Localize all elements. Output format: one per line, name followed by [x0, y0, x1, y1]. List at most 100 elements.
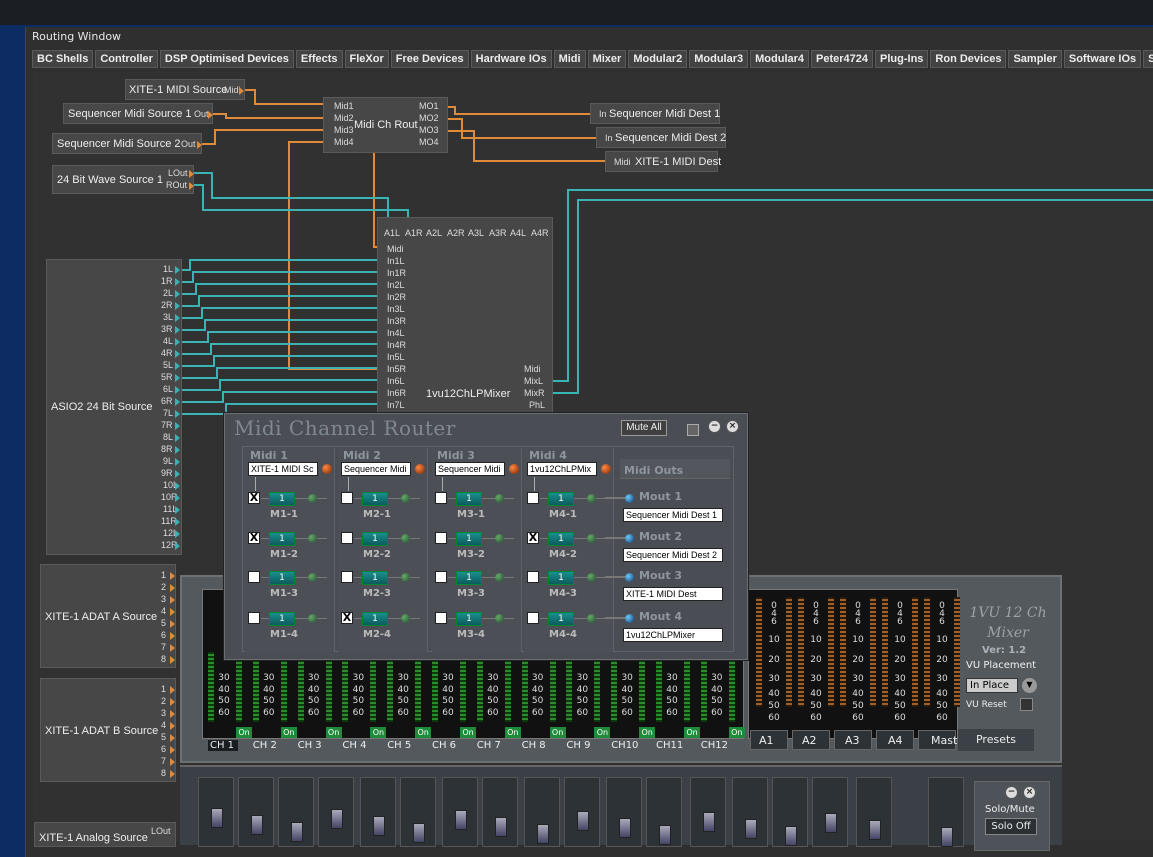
midi-input-field[interactable]: Sequencer Midi [341, 462, 411, 476]
rout-port[interactable] [189, 182, 194, 190]
fader-knob[interactable] [413, 823, 425, 843]
channel-on-button[interactable]: On [325, 727, 342, 738]
audio-out-port[interactable] [175, 362, 180, 370]
audio-out-port[interactable] [175, 386, 180, 394]
audio-out-port[interactable] [175, 470, 180, 478]
midi-ch-rout-node[interactable]: Midi Ch Rout Mid1 Mid2 Mid3 Mid4 MO1 MO2… [323, 97, 448, 153]
channel-spinner[interactable]: 1 [456, 492, 482, 506]
channel-on-button[interactable]: On [460, 727, 476, 738]
audio-out-port[interactable] [175, 410, 180, 418]
audio-out-port[interactable] [175, 290, 180, 298]
channel-on-button[interactable]: On [370, 727, 387, 738]
audio-out-port[interactable] [175, 458, 180, 466]
fader-knob[interactable] [785, 826, 797, 846]
channel-spinner[interactable]: 1 [362, 492, 388, 506]
sequencer-midi-dest-1-node[interactable]: In Sequencer Midi Dest 1 [590, 103, 720, 124]
close-icon[interactable]: × [726, 420, 739, 433]
channel-on-button[interactable]: On [639, 727, 656, 738]
channel-on-button[interactable]: On [728, 727, 745, 738]
audio-out-port[interactable] [175, 350, 180, 358]
channel-spinner[interactable]: 1 [269, 571, 295, 585]
minimize-icon[interactable]: − [708, 420, 721, 433]
lout-port[interactable] [189, 170, 194, 178]
close-icon[interactable]: × [1023, 786, 1036, 799]
route-checkbox[interactable] [341, 571, 353, 583]
route-checkbox[interactable] [527, 612, 539, 624]
channel-spinner[interactable]: 1 [269, 492, 295, 506]
route-checkbox[interactable]: X [527, 532, 539, 544]
midi-input-field[interactable]: XITE-1 MIDI Sc [248, 462, 318, 476]
sequencer-midi-dest-2-node[interactable]: In Sequencer Midi Dest 2 [596, 127, 726, 148]
minimize-icon[interactable]: − [1005, 786, 1018, 799]
channel-spinner[interactable]: 1 [269, 532, 295, 546]
chevron-down-icon[interactable]: ▼ [1022, 678, 1037, 693]
midi-output-field[interactable]: Sequencer Midi Dest 2 [623, 548, 723, 562]
channel-spinner[interactable]: 1 [456, 532, 482, 546]
channel-spinner[interactable]: 1 [548, 612, 574, 626]
xite-midi-dest-node[interactable]: Midi XITE-1 MIDI Dest [605, 151, 721, 172]
route-checkbox[interactable] [435, 492, 447, 504]
audio-out-port[interactable] [175, 434, 180, 442]
solo-off-button[interactable]: Solo Off [985, 818, 1037, 835]
mute-all-button[interactable]: Mute All [621, 420, 667, 436]
channel-on-button[interactable]: On [280, 727, 297, 738]
audio-out-port[interactable] [170, 746, 175, 754]
channel-on-button[interactable]: On [415, 727, 432, 738]
channel-spinner[interactable]: 1 [456, 612, 482, 626]
fader-knob[interactable] [211, 808, 223, 828]
audio-out-port[interactable] [175, 494, 180, 502]
fader-knob[interactable] [455, 810, 467, 830]
route-checkbox[interactable] [527, 492, 539, 504]
fader-knob[interactable] [619, 818, 631, 838]
audio-out-port[interactable] [175, 266, 180, 274]
channel-on-button[interactable]: On [236, 727, 252, 738]
channel-on-button[interactable]: On [549, 727, 566, 738]
vu-reset-checkbox[interactable] [1020, 698, 1033, 711]
route-checkbox[interactable]: X [248, 492, 260, 504]
audio-out-port[interactable] [170, 644, 175, 652]
audio-out-port[interactable] [170, 698, 175, 706]
audio-out-port[interactable] [175, 530, 180, 538]
vu-placement-select[interactable]: In Place [966, 678, 1018, 693]
midi-out-port[interactable] [239, 87, 244, 95]
midi-output-field[interactable]: 1vu12ChLPMixer [623, 628, 723, 642]
audio-out-port[interactable] [175, 326, 180, 334]
route-checkbox[interactable] [435, 532, 447, 544]
audio-out-port[interactable] [175, 314, 180, 322]
route-checkbox[interactable] [435, 612, 447, 624]
route-checkbox[interactable] [341, 532, 353, 544]
route-checkbox[interactable] [527, 571, 539, 583]
audio-out-port[interactable] [175, 422, 180, 430]
fader-knob[interactable] [495, 817, 507, 837]
audio-out-port[interactable] [175, 302, 180, 310]
audio-out-port[interactable] [170, 734, 175, 742]
adat-b-source-node[interactable]: XITE-1 ADAT B Source 1 2 3 4 5 6 7 8 [40, 678, 176, 782]
audio-out-port[interactable] [170, 722, 175, 730]
channel-spinner[interactable]: 1 [456, 571, 482, 585]
route-checkbox[interactable]: X [248, 532, 260, 544]
channel-spinner[interactable]: 1 [362, 571, 388, 585]
mixer-routing-node[interactable]: A1L A1R A2L A2R A3L A3R A4L A4R Midi In1… [377, 217, 553, 417]
route-checkbox[interactable] [435, 571, 447, 583]
fader-knob[interactable] [537, 824, 549, 844]
midi-input-field[interactable]: 1vu12ChLPMix [527, 462, 597, 476]
audio-out-port[interactable] [170, 596, 175, 604]
asio-source-node[interactable]: ASIO2 24 Bit Source 1L 1R 2L 2R 3L 3R 4L 4R 5L 5R… [46, 259, 182, 555]
audio-out-port[interactable] [175, 338, 180, 346]
audio-out-port[interactable] [170, 632, 175, 640]
audio-out-port[interactable] [170, 758, 175, 766]
route-checkbox[interactable] [248, 612, 260, 624]
route-checkbox[interactable] [341, 492, 353, 504]
presets-button[interactable]: Presets [958, 729, 1034, 751]
audio-out-port[interactable] [170, 686, 175, 694]
audio-out-port[interactable] [170, 656, 175, 664]
audio-out-port[interactable] [170, 770, 175, 778]
midi-out-port[interactable] [197, 141, 202, 149]
route-checkbox[interactable]: X [341, 612, 353, 624]
sequencer-midi-source-2-node[interactable]: Sequencer Midi Source 2 Out [52, 133, 202, 154]
fader-knob[interactable] [331, 809, 343, 829]
midi-out-port[interactable] [208, 111, 213, 119]
channel-spinner[interactable]: 1 [548, 492, 574, 506]
midi-output-field[interactable]: XITE-1 MIDI Dest [623, 587, 723, 601]
fader-knob[interactable] [291, 822, 303, 842]
